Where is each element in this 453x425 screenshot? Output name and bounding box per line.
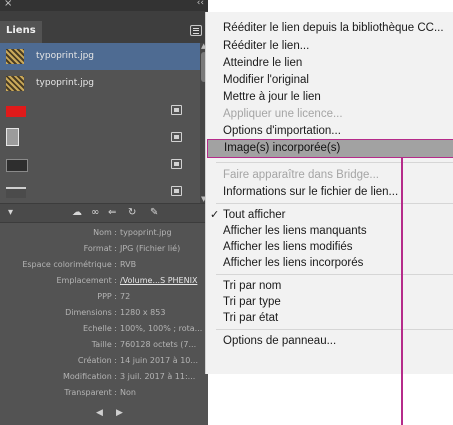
info-label: Modification : [63,372,117,381]
links-panel: × ‹‹ Liens typoprint.jpg typoprint.jpg ▲… [0,0,208,425]
red-thumbnail [6,106,26,117]
info-row: Espace colorimétrique : RVB [0,258,208,271]
menu-item-import-options[interactable]: Options d'importation... [223,123,451,139]
info-label: PPP : [97,292,117,301]
link-info-section: Nom : typoprint.jpg Format : JPG (Fichie… [0,223,208,403]
edit-original-icon[interactable]: ✎ [150,207,158,218]
relink-icon[interactable]: ⇐ [108,207,116,218]
texture-thumbnail [6,76,24,91]
info-value: 14 juin 2017 à 10... [120,356,199,365]
info-value: 760128 octets (7... [120,340,197,349]
menu-item-show-missing[interactable]: Afficher les liens manquants [223,223,451,239]
info-row: PPP : 72 [0,290,208,303]
portrait-thumbnail [6,128,19,146]
link-row[interactable] [0,97,200,124]
info-row: Emplacement : /Volume...S PHENIX [0,274,208,287]
info-value: RVB [120,260,137,269]
update-link-icon[interactable]: ↻ [128,207,136,218]
menu-item-relink[interactable]: Rééditer le lien... [223,38,451,54]
menu-item-show-modified[interactable]: Afficher les liens modifiés [223,239,451,255]
info-row: Transparent : Non [0,386,208,399]
callout-line [401,157,403,425]
panel-tab-bar: Liens [0,11,208,43]
panel-menu-icon[interactable] [190,25,202,36]
next-link-icon[interactable]: ▶ [116,408,123,418]
menu-item-label: Image(s) incorporée(s) [224,142,341,154]
disclosure-triangle-icon[interactable]: ▾ [8,207,13,218]
menu-item-sort-by-type[interactable]: Tri par type [223,294,451,310]
info-row: Format : JPG (Fichier lié) [0,242,208,255]
close-icon[interactable]: × [4,0,12,9]
panel-title-strip: × ‹‹ [0,0,208,11]
menu-separator [216,203,453,204]
info-label: Emplacement : [56,276,117,285]
location-link[interactable]: /Volume...S PHENIX [120,274,197,287]
info-value: JPG (Fichier lié) [120,244,181,253]
menu-item-label: Tout afficher [223,209,286,221]
collapse-icon[interactable]: ‹‹ [197,0,204,8]
menu-item-edit-original[interactable]: Modifier l'original [223,72,451,88]
menu-item-panel-options[interactable]: Options de panneau... [223,333,451,349]
info-value: 1280 x 853 [120,308,166,317]
info-label: Nom : [93,228,117,237]
menu-item-embedded-images-highlighted[interactable]: Image(s) incorporée(s) [207,139,453,158]
info-value: 72 [120,292,131,301]
link-row[interactable]: typoprint.jpg [0,70,200,97]
previous-link-icon[interactable]: ◀ [96,408,103,418]
links-panel-menu: Rééditer le lien depuis la bibliothèque … [205,12,453,374]
link-filename: typoprint.jpg [36,78,95,88]
menu-item-sort-by-name[interactable]: Tri par nom [223,278,451,294]
info-value: 3 juil. 2017 à 11:... [120,372,196,381]
cloud-link-icon[interactable]: ☁ [72,207,82,218]
chain-link-icon[interactable]: ∞ [91,207,99,218]
info-label: Espace colorimétrique : [22,260,117,269]
info-navigation: ◀ ▶ [0,407,208,425]
links-toolbar: ▾ ☁ ∞ ⇐ ↻ ✎ [0,203,208,223]
info-row: Dimensions : 1280 x 853 [0,306,208,319]
info-label: Format : [83,244,117,253]
info-label: Création : [77,356,117,365]
menu-item-relink-cc-library[interactable]: Rééditer le lien depuis la bibliothèque … [223,20,451,36]
menu-separator [216,162,453,163]
link-row[interactable] [0,124,200,151]
menu-separator [216,274,453,275]
menu-item-show-all[interactable]: ✓ Tout afficher [210,207,451,223]
menu-item-update-link[interactable]: Mettre à jour le lien [223,89,451,105]
info-value: Non [120,388,136,397]
link-row[interactable]: typoprint.jpg [0,43,200,70]
info-row: Taille : 760128 octets (7... [0,338,208,351]
links-list: typoprint.jpg typoprint.jpg [0,43,200,203]
info-value: 100%, 100% ; rota... [120,324,203,333]
link-filename: typoprint.jpg [36,51,95,61]
gray-thumbnail [6,187,26,198]
checkmark-icon: ✓ [210,209,220,221]
info-row: Echelle : 100%, 100% ; rota... [0,322,208,335]
embedded-icon [171,159,182,169]
menu-item-go-to-link[interactable]: Atteindre le lien [223,55,451,71]
texture-thumbnail [6,49,24,64]
embedded-icon [171,186,182,196]
info-label: Echelle : [82,324,117,333]
menu-separator [216,329,453,330]
info-value: typoprint.jpg [120,228,172,237]
info-row: Création : 14 juin 2017 à 10... [0,354,208,367]
info-label: Dimensions : [65,308,117,317]
tab-links[interactable]: Liens [0,21,42,43]
embedded-icon [171,132,182,142]
menu-item-show-embedded[interactable]: Afficher les liens incorporés [223,255,451,271]
menu-item-apply-license: Appliquer une licence... [223,108,343,120]
info-row: Modification : 3 juil. 2017 à 11:... [0,370,208,383]
info-row: Nom : typoprint.jpg [0,226,208,239]
info-label: Taille : [91,340,117,349]
link-row[interactable] [0,178,200,205]
info-label: Transparent : [64,388,117,397]
menu-item-sort-by-status[interactable]: Tri par état [223,310,451,326]
dark-thumbnail [6,159,28,172]
menu-item-reveal-in-bridge: Faire apparaître dans Bridge... [223,169,379,181]
embedded-icon [171,105,182,115]
menu-item-link-file-info[interactable]: Informations sur le fichier de lien... [223,184,451,200]
link-row[interactable] [0,151,200,178]
